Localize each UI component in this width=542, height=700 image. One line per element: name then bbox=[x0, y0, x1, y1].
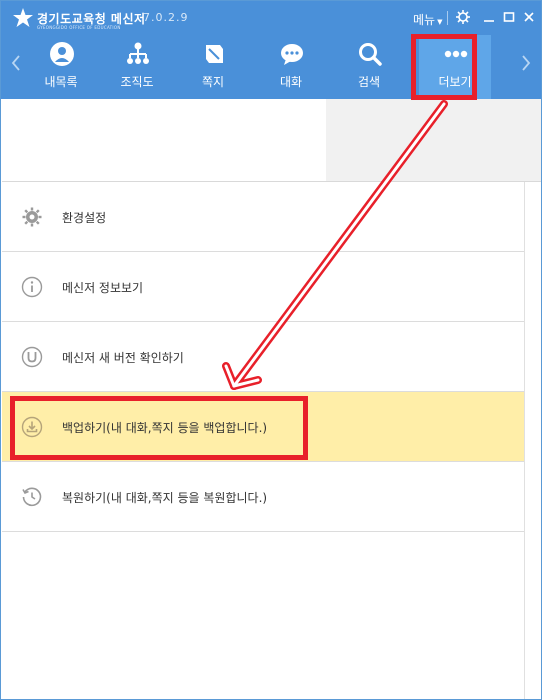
minimize-icon[interactable] bbox=[481, 9, 497, 25]
banner-area bbox=[2, 99, 326, 181]
annotation-highlight-backup-item bbox=[10, 396, 308, 460]
more-menu-list: 환경설정 메신저 정보보기 메신저 새 버전 확인하기 백업하기(내 대화,쪽지… bbox=[2, 182, 524, 532]
menu-item-settings[interactable]: 환경설정 bbox=[2, 182, 524, 252]
menu-item-label: 환경설정 bbox=[62, 211, 107, 225]
menu-item-label: 메신저 새 버전 확인하기 bbox=[62, 351, 184, 365]
app-version: 7.0.2.9 bbox=[143, 11, 189, 24]
titlebar-divider bbox=[447, 11, 448, 25]
banner-side-panel bbox=[326, 99, 541, 181]
update-icon bbox=[21, 346, 43, 368]
annotation-highlight-more-tab bbox=[411, 34, 477, 100]
nav-prev-arrow-icon[interactable] bbox=[9, 53, 23, 73]
menu-label: 메뉴 bbox=[413, 13, 436, 27]
menu-item-restore[interactable]: 복원하기(내 대화,쪽지 등을 복원합니다.) bbox=[2, 462, 524, 532]
person-icon bbox=[50, 42, 74, 66]
tab-label: 검색 bbox=[357, 75, 381, 89]
gear-icon bbox=[22, 207, 42, 227]
menu-item-label: 복원하기(내 대화,쪽지 등을 복원합니다.) bbox=[62, 491, 268, 505]
menu-item-info[interactable]: 메신저 정보보기 bbox=[2, 252, 524, 322]
settings-gear-icon[interactable] bbox=[455, 9, 471, 25]
tab-my-list[interactable]: 내목록 bbox=[25, 35, 97, 99]
app-subtitle: GYEONGGIDO OFFICE OF EDUCATION bbox=[37, 25, 121, 30]
tab-chat[interactable]: 대화 bbox=[255, 35, 327, 99]
menu-item-update-check[interactable]: 메신저 새 버전 확인하기 bbox=[2, 322, 524, 392]
nav-next-arrow-icon[interactable] bbox=[519, 53, 533, 73]
tab-label: 쪽지 bbox=[201, 75, 225, 89]
app-logo-icon bbox=[13, 8, 33, 27]
tab-notes[interactable]: 쪽지 bbox=[177, 35, 249, 99]
messenger-window: 경기도교육청 메신저 GYEONGGIDO OFFICE OF EDUCATIO… bbox=[0, 0, 542, 700]
menu-button[interactable]: 메뉴 ▼ bbox=[413, 11, 442, 28]
menu-item-label: 메신저 정보보기 bbox=[62, 281, 144, 295]
dropdown-caret-icon: ▼ bbox=[437, 18, 443, 26]
search-icon bbox=[359, 43, 382, 66]
tab-label: 대화 bbox=[279, 75, 303, 89]
tab-org-chart[interactable]: 조직도 bbox=[101, 35, 173, 99]
restore-icon bbox=[22, 487, 42, 507]
tab-label: 내목록 bbox=[44, 75, 78, 89]
vertical-scrollbar[interactable] bbox=[524, 182, 541, 699]
close-icon[interactable] bbox=[521, 9, 537, 25]
title-bar[interactable]: 경기도교육청 메신저 GYEONGGIDO OFFICE OF EDUCATIO… bbox=[1, 1, 541, 35]
chat-icon bbox=[281, 44, 303, 65]
tab-label: 조직도 bbox=[120, 75, 154, 89]
org-chart-icon bbox=[127, 42, 149, 64]
maximize-icon[interactable] bbox=[501, 9, 517, 25]
tab-search[interactable]: 검색 bbox=[333, 35, 405, 99]
info-icon bbox=[21, 276, 43, 298]
note-icon bbox=[206, 45, 223, 63]
